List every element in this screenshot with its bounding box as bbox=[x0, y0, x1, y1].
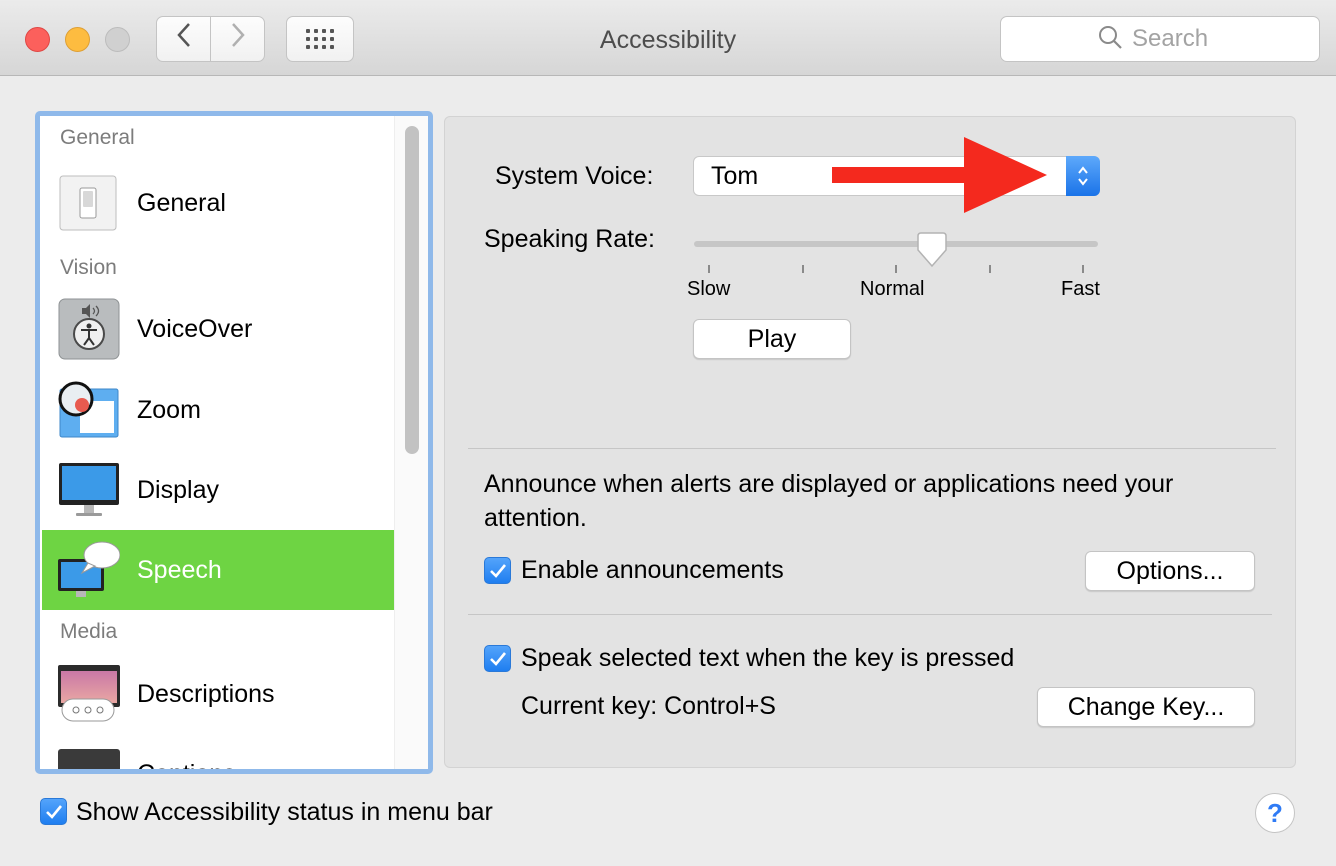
sidebar-item-label: Display bbox=[137, 475, 219, 504]
sidebar-item-speech[interactable]: Speech bbox=[42, 530, 394, 610]
current-key-label: Current key: Control+S bbox=[521, 692, 776, 720]
help-button[interactable]: ? bbox=[1255, 793, 1295, 833]
rate-tick bbox=[989, 265, 991, 273]
annotation-arrow-icon bbox=[832, 137, 1047, 213]
speak-selected-text-checkbox[interactable] bbox=[484, 645, 511, 672]
speaking-rate-slider[interactable] bbox=[694, 241, 1098, 247]
voiceover-icon bbox=[58, 298, 120, 360]
announce-description-cont: attention. bbox=[484, 504, 587, 532]
sidebar-item-zoom[interactable]: Zoom bbox=[42, 370, 394, 450]
descriptions-icon bbox=[58, 663, 120, 725]
play-button[interactable]: Play bbox=[693, 319, 851, 359]
search-field[interactable] bbox=[1000, 16, 1320, 62]
general-switch-icon bbox=[58, 172, 120, 234]
speaking-rate-slider-thumb[interactable] bbox=[916, 232, 948, 268]
announce-description: Announce when alerts are displayed or ap… bbox=[484, 470, 1174, 498]
sidebar-item-display[interactable]: Display bbox=[42, 450, 394, 530]
sidebar-scrollbar-thumb[interactable] bbox=[405, 126, 419, 454]
rate-tick bbox=[895, 265, 897, 273]
search-input[interactable] bbox=[1132, 25, 1222, 53]
show-status-checkbox[interactable] bbox=[40, 798, 67, 825]
show-status-label[interactable]: Show Accessibility status in menu bar bbox=[76, 798, 493, 827]
enable-announcements-checkbox[interactable] bbox=[484, 557, 511, 584]
rate-tick bbox=[708, 265, 710, 273]
sidebar-item-general[interactable]: General bbox=[42, 158, 394, 248]
checkmark-icon bbox=[45, 804, 62, 819]
speaking-rate-label: Speaking Rate: bbox=[484, 225, 655, 253]
sidebar-item-label: Captions bbox=[137, 760, 236, 770]
enable-announcements-label[interactable]: Enable announcements bbox=[521, 556, 784, 585]
rate-tick bbox=[802, 265, 804, 273]
sidebar-item-descriptions[interactable]: Descriptions bbox=[42, 654, 394, 734]
sidebar-item-voiceover[interactable]: VoiceOver bbox=[42, 288, 394, 370]
sidebar-item-captions[interactable]: Captions bbox=[42, 734, 394, 769]
category-list[interactable]: General General Vision VoiceOver Zoom Di… bbox=[35, 111, 433, 774]
sidebar-item-label: VoiceOver bbox=[137, 314, 253, 343]
sidebar-scrollbar[interactable] bbox=[394, 116, 428, 769]
zoom-magnifier-icon bbox=[58, 379, 120, 441]
sidebar-item-label: Descriptions bbox=[137, 679, 275, 708]
sidebar-item-label: General bbox=[137, 188, 226, 217]
system-voice-value: Tom bbox=[711, 161, 759, 190]
section-divider bbox=[468, 614, 1272, 615]
title-bar: Accessibility bbox=[0, 0, 1336, 76]
rate-tick bbox=[1082, 265, 1084, 273]
section-header-vision: Vision bbox=[60, 256, 117, 279]
change-key-button[interactable]: Change Key... bbox=[1037, 687, 1255, 727]
options-button[interactable]: Options... bbox=[1085, 551, 1255, 591]
sidebar-item-label: Zoom bbox=[137, 395, 201, 424]
popup-stepper-icon bbox=[1066, 156, 1100, 196]
speak-selected-text-label[interactable]: Speak selected text when the key is pres… bbox=[521, 644, 1014, 673]
rate-fast-label: Fast bbox=[1061, 278, 1100, 300]
rate-normal-label: Normal bbox=[860, 278, 925, 300]
search-icon bbox=[1098, 25, 1122, 54]
speech-bubble-icon bbox=[58, 539, 121, 601]
section-divider bbox=[468, 448, 1276, 449]
section-header-media: Media bbox=[60, 620, 118, 643]
sidebar-item-label: Speech bbox=[137, 555, 222, 584]
rate-slow-label: Slow bbox=[687, 278, 731, 300]
checkmark-icon bbox=[489, 563, 506, 578]
category-list-content: General General Vision VoiceOver Zoom Di… bbox=[42, 118, 394, 769]
display-monitor-icon bbox=[58, 459, 120, 521]
system-voice-label: System Voice: bbox=[495, 162, 654, 190]
section-header-general: General bbox=[60, 126, 135, 149]
captions-icon bbox=[58, 743, 120, 769]
checkmark-icon bbox=[489, 651, 506, 666]
